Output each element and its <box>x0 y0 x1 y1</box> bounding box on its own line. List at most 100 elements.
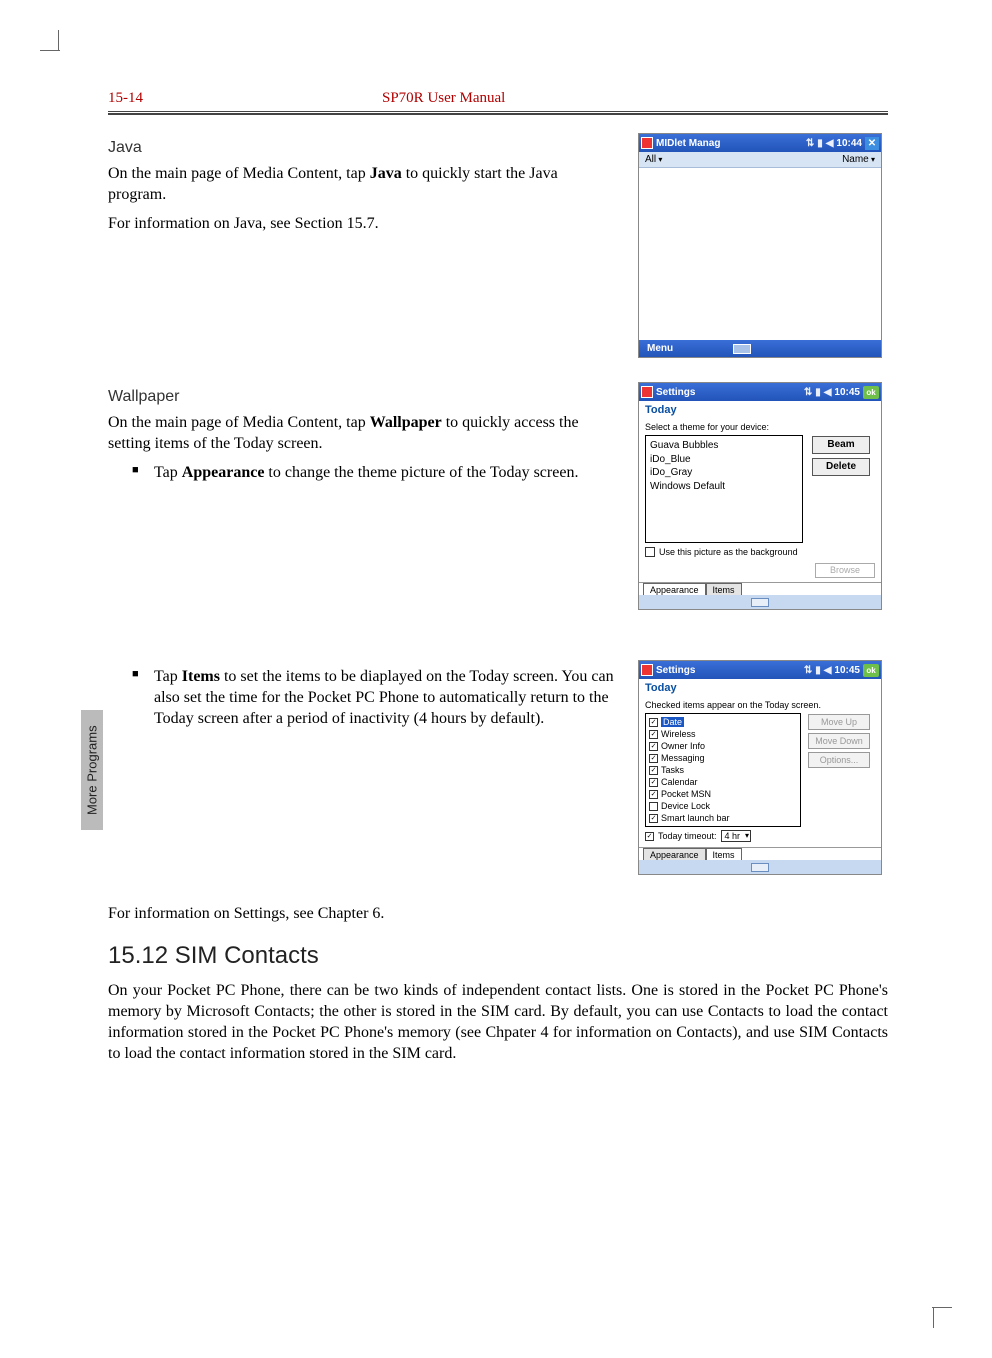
item-label: Pocket MSN <box>661 789 711 799</box>
section-java-title: Java <box>108 139 618 157</box>
checkbox-icon[interactable] <box>645 547 655 557</box>
page-header: 15-14 SP70R User Manual <box>108 90 888 107</box>
hint-text: Select a theme for your device: <box>639 419 881 435</box>
list-item[interactable]: Calendar <box>649 776 797 788</box>
text: to change the theme picture of the Today… <box>264 464 578 481</box>
checkbox-icon[interactable] <box>649 814 658 823</box>
ok-button[interactable]: ok <box>863 664 879 677</box>
item-label: Calendar <box>661 777 698 787</box>
item-label: Smart launch bar <box>661 813 730 823</box>
tabs: Appearance Items <box>639 582 881 595</box>
wallpaper-paragraph-2: For information on Settings, see Chapter… <box>108 903 888 924</box>
crop-mark <box>933 1308 934 1328</box>
list-item[interactable]: Messaging <box>649 752 797 764</box>
header-rule <box>108 111 888 112</box>
item-label: Device Lock <box>661 801 710 811</box>
item-label: Date <box>661 717 684 727</box>
tab-appearance[interactable]: Appearance <box>643 583 706 595</box>
item-label: Owner Info <box>661 741 705 751</box>
list-item[interactable]: Device Lock <box>649 800 797 812</box>
theme-item[interactable]: Windows Default <box>650 480 798 494</box>
tab-items[interactable]: Items <box>706 848 742 860</box>
checkbox-icon[interactable] <box>649 790 658 799</box>
checkbox-icon[interactable] <box>649 742 658 751</box>
speaker-icon: ◀ <box>824 387 832 398</box>
speaker-icon: ◀ <box>824 665 832 676</box>
items-list[interactable]: Move Up Move Down Options... DateWireles… <box>645 713 801 827</box>
sip-bar <box>639 860 881 874</box>
checkbox-icon[interactable] <box>649 754 658 763</box>
titlebar: Settings ⇅ ▮ ◀ 10:45 ok <box>639 661 881 679</box>
clock: 10:45 <box>834 387 860 398</box>
filter-bar: All Name <box>639 152 881 168</box>
clock: 10:44 <box>836 138 862 149</box>
bottom-bar: Menu <box>639 340 881 357</box>
keyboard-icon[interactable] <box>733 344 751 354</box>
theme-item[interactable]: Guava Bubbles <box>650 439 798 453</box>
list-item[interactable]: Smart launch bar <box>649 812 797 824</box>
ok-button[interactable]: ok <box>863 386 879 399</box>
checkbox-icon[interactable] <box>649 802 658 811</box>
text-bold: Java <box>370 165 402 182</box>
item-label: Messaging <box>661 753 705 763</box>
text: On the main page of Media Content, tap <box>108 414 370 431</box>
delete-button[interactable]: Delete <box>812 458 870 476</box>
titlebar-title: MIDlet Manag <box>656 138 720 149</box>
checkbox-icon[interactable] <box>649 778 658 787</box>
tab-items[interactable]: Items <box>706 583 742 595</box>
theme-item[interactable]: iDo_Blue <box>650 453 798 467</box>
filter-all[interactable]: All <box>645 154 662 165</box>
signal-icon: ⇅ <box>804 665 812 676</box>
beam-button[interactable]: Beam <box>812 436 870 454</box>
screenshot-settings-items: Settings ⇅ ▮ ◀ 10:45 ok Today Checked it… <box>638 660 882 875</box>
today-timeout-row: Today timeout: 4 hr <box>639 827 881 845</box>
bullet-items: Tap Items to set the items to be diaplay… <box>132 666 618 729</box>
item-label: Tasks <box>661 765 684 775</box>
checkbox-icon[interactable] <box>649 766 658 775</box>
crop-mark <box>40 50 60 51</box>
browse-button: Browse <box>815 563 875 578</box>
list-item[interactable]: Owner Info <box>649 740 797 752</box>
move-up-button: Move Up <box>808 714 870 730</box>
sim-paragraph: On your Pocket PC Phone, there can be tw… <box>108 980 888 1064</box>
antenna-icon: ▮ <box>815 665 821 676</box>
wallpaper-paragraph-1: On the main page of Media Content, tap W… <box>108 412 618 454</box>
screenshot-settings-appearance: Settings ⇅ ▮ ◀ 10:45 ok Today Select a t… <box>638 382 882 610</box>
content-area <box>639 168 881 340</box>
theme-item[interactable]: iDo_Gray <box>650 466 798 480</box>
menu-button[interactable]: Menu <box>647 343 673 354</box>
list-item[interactable]: Tasks <box>649 764 797 776</box>
options-button: Options... <box>808 752 870 768</box>
checkbox-icon[interactable] <box>649 718 658 727</box>
antenna-icon: ▮ <box>817 138 823 149</box>
tab-appearance[interactable]: Appearance <box>643 848 706 860</box>
keyboard-icon[interactable] <box>751 863 769 872</box>
timeout-checkbox[interactable] <box>645 832 654 841</box>
theme-list[interactable]: Guava Bubbles iDo_Blue iDo_Gray Windows … <box>645 435 803 543</box>
timeout-select[interactable]: 4 hr <box>721 830 752 842</box>
crop-mark <box>58 30 59 50</box>
clock: 10:45 <box>834 665 860 676</box>
close-icon[interactable]: ✕ <box>865 137 879 150</box>
crop-mark <box>932 1307 952 1308</box>
titlebar: Settings ⇅ ▮ ◀ 10:45 ok <box>639 383 881 401</box>
list-item[interactable]: Pocket MSN <box>649 788 797 800</box>
header-rule <box>108 113 888 115</box>
timeout-label: Today timeout: <box>658 831 717 841</box>
text: Tap <box>154 464 182 481</box>
keyboard-icon[interactable] <box>751 598 769 607</box>
list-item[interactable]: Wireless <box>649 728 797 740</box>
bullet-appearance: Tap Appearance to change the theme pictu… <box>132 462 618 483</box>
today-heading: Today <box>639 401 881 419</box>
checkbox-icon[interactable] <box>649 730 658 739</box>
tabs: Appearance Items <box>639 847 881 860</box>
signal-icon: ⇅ <box>806 138 814 149</box>
text-bold: Appearance <box>182 464 265 481</box>
item-label: Wireless <box>661 729 696 739</box>
hint-text: Checked items appear on the Today screen… <box>639 697 881 713</box>
move-down-button: Move Down <box>808 733 870 749</box>
sort-name[interactable]: Name <box>842 154 875 165</box>
list-item[interactable]: Date <box>649 716 797 728</box>
use-background-checkbox[interactable]: Use this picture as the background <box>639 543 881 561</box>
section-sim-contacts-title: 15.12 SIM Contacts <box>108 942 888 970</box>
